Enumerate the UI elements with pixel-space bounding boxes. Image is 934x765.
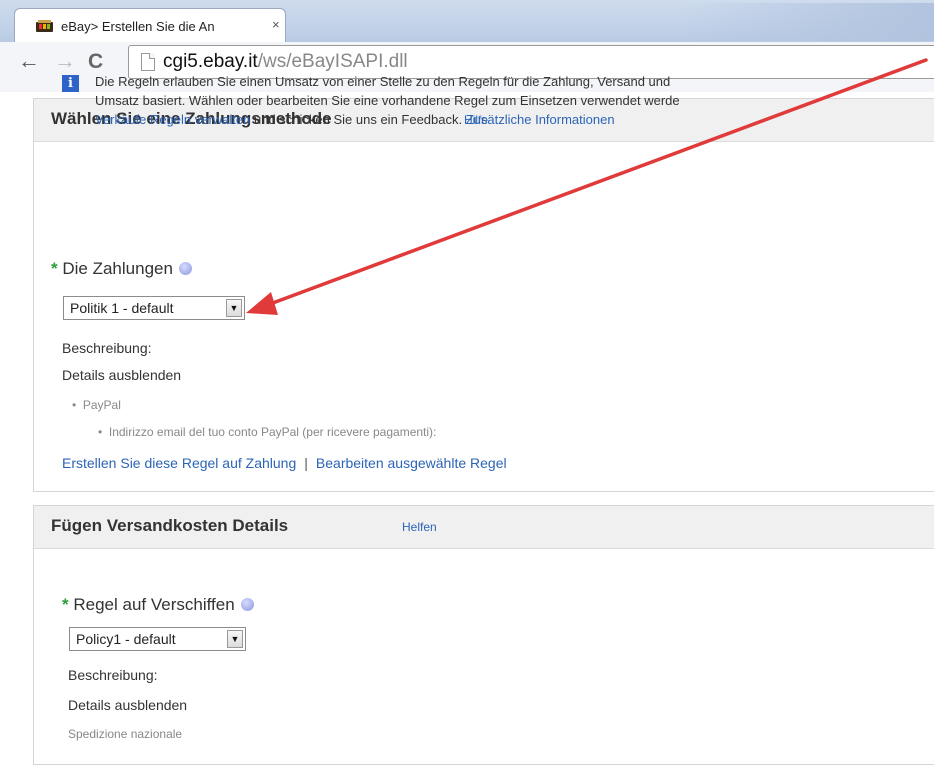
shipping-help-link[interactable]: Helfen <box>402 520 437 534</box>
more-info-link[interactable]: Zusätzliche Informationen <box>466 112 615 127</box>
help-question-icon[interactable] <box>240 598 254 612</box>
shipping-rule-label: * Regel auf Verschiffen <box>62 595 254 615</box>
ebay-cart-icon <box>36 20 53 32</box>
info-text-line2: Umsatz basiert. Wählen oder bearbeiten S… <box>95 93 680 108</box>
back-arrow-icon[interactable]: ← <box>18 48 40 74</box>
browser-tab-strip: eBay> Erstellen Sie die An × <box>0 0 934 42</box>
payment-hide-details-link[interactable]: Details ausblenden <box>62 367 181 383</box>
info-text-line3: Verkäufe Regeln verwalten und schicken S… <box>95 112 615 127</box>
tab-title: eBay> Erstellen Sie die An <box>61 19 215 34</box>
shipping-item-domestic: Spedizione nazionale <box>68 727 183 741</box>
info-text-line1: Die Regeln erlauben Sie einen Umsatz von… <box>95 74 671 89</box>
url-text[interactable]: cgi5.ebay.it/ws/eBayISAPI.dll <box>163 51 408 73</box>
help-question-icon[interactable] <box>178 262 192 276</box>
shipping-section-header: Fügen Versandkosten Details Helfen <box>34 506 934 549</box>
shipping-section-title: Fügen Versandkosten Details <box>51 516 289 535</box>
background-tab-blurred[interactable] <box>300 10 680 30</box>
shipping-policy-select[interactable]: Policy1 - default ▼ <box>69 627 246 651</box>
payment-item-paypal: • PayPal <box>72 398 121 412</box>
edit-selected-rule-link[interactable]: Bearbeiten ausgewählte Regel <box>316 455 507 471</box>
manage-rules-link[interactable]: Verkäufe Regeln verwalten <box>95 112 250 127</box>
payment-description-label: Beschreibung: <box>62 340 152 356</box>
browser-tab-active[interactable]: eBay> Erstellen Sie die An × <box>14 8 286 42</box>
create-payment-rule-link[interactable]: Erstellen Sie diese Regel auf Zahlung <box>62 455 296 471</box>
payment-rule-actions: Erstellen Sie diese Regel auf Zahlung | Be… <box>62 455 507 471</box>
tabstrip-fade <box>680 3 934 41</box>
forward-arrow-icon[interactable]: → <box>54 48 76 74</box>
reload-icon[interactable]: C <box>88 50 103 74</box>
paypal-email-item: • Indirizzo email del tuo conto PayPal (… <box>98 425 437 439</box>
payment-policy-select[interactable]: Politik 1 - default ▼ <box>63 296 245 320</box>
info-icon: i <box>62 75 79 92</box>
shipping-hide-details-link[interactable]: Details ausblenden <box>68 697 187 713</box>
chevron-down-icon[interactable]: ▼ <box>227 630 243 648</box>
shipping-description-label: Beschreibung: <box>68 667 158 683</box>
tab-close-icon[interactable]: × <box>272 17 280 32</box>
page-icon <box>141 53 155 71</box>
payments-label: * Die Zahlungen <box>51 259 192 279</box>
chevron-down-icon[interactable]: ▼ <box>226 299 242 317</box>
